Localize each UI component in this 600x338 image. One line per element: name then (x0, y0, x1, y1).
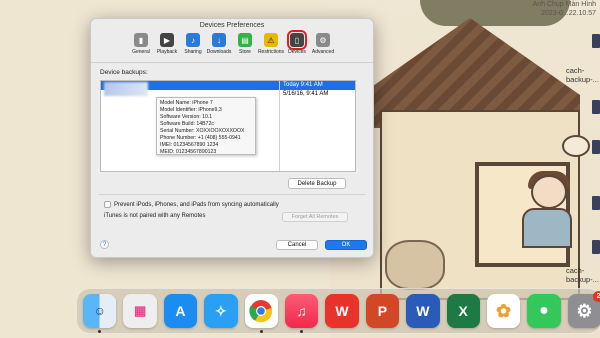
device-backups-label: Device backups: (100, 69, 148, 76)
compass-icon: ✧ (215, 302, 227, 319)
desktop-file-label[interactable]: cach-backup-... (566, 66, 600, 84)
ok-button[interactable]: OK (325, 240, 367, 250)
tab-label: General (132, 49, 150, 55)
wps-app-icon[interactable]: W (325, 294, 359, 328)
wallpaper-girl-head (531, 175, 567, 209)
running-indicator (98, 330, 101, 333)
music-app-icon[interactable]: ♫ (284, 294, 319, 333)
chrome-icon (249, 300, 273, 323)
desktop-file-label[interactable]: cach-backup-... (566, 266, 600, 284)
music-note-icon: ♪ (186, 33, 200, 47)
excel-glyph: X (458, 303, 468, 319)
photos-app-icon[interactable]: ✿ (486, 294, 521, 328)
tooltip-line: MEID: 01234567890123 (160, 149, 217, 155)
tab-label: Store (239, 49, 251, 55)
tooltip-line: Model Name: iPhone 7 (160, 100, 213, 106)
system-settings-app-icon[interactable]: ⚙ 2 (567, 291, 600, 328)
wallpaper-girl-body (522, 208, 572, 248)
remotes-status-text: iTunes is not paired with any Remotes (104, 213, 206, 219)
tab-restrictions[interactable]: ⚠ Restrictions (257, 33, 285, 62)
tab-sharing[interactable]: ♪ Sharing (182, 33, 204, 62)
tooltip-line: Software Build: 14B72c (160, 121, 214, 127)
running-indicator (259, 330, 263, 333)
redacted-device-name (104, 82, 148, 96)
running-indicator (299, 330, 303, 333)
switch-icon: ▮ (134, 33, 148, 47)
excel-app-icon[interactable]: X (446, 294, 480, 328)
tab-general[interactable]: ▮ General (130, 33, 152, 62)
gear-icon: ⚙ (316, 33, 330, 47)
tooltip-line: Phone Number: +1 (408) 555-0941 (160, 135, 241, 141)
prevent-sync-row[interactable]: Prevent iPods, iPhones, and iPads from s… (104, 201, 279, 208)
play-icon: ▶ (160, 33, 174, 47)
delete-backup-button[interactable]: Delete Backup (288, 178, 346, 189)
flower-icon: ✿ (496, 300, 512, 321)
tab-label: Sharing (184, 49, 202, 55)
grid-icon: ▦ (133, 303, 147, 318)
tab-downloads[interactable]: ↓ Downloads (206, 33, 232, 62)
tab-advanced[interactable]: ⚙ Advanced (312, 33, 334, 62)
iphone-icon: ▯ (287, 30, 307, 50)
tab-devices[interactable]: ▯ Devices (286, 30, 308, 62)
tab-label: Devices (288, 49, 306, 55)
tab-playback[interactable]: ▶ Playback (156, 33, 178, 62)
menubar-info: Anh Chụp Màn Hình 2023-0...22.10.57 (460, 0, 600, 18)
finder-face-icon: ☺ (93, 304, 106, 318)
divider (98, 194, 366, 195)
desktop-file-icon[interactable] (592, 100, 600, 114)
tab-label: Restrictions (257, 49, 285, 55)
prevent-sync-label: Prevent iPods, iPhones, and iPads from s… (114, 201, 279, 208)
messages-app-icon[interactable]: ● (527, 294, 561, 328)
column-divider (279, 81, 280, 171)
cancel-button[interactable]: Cancel (276, 240, 318, 250)
preferences-toolbar: ▮ General ▶ Playback ♪ Sharing ↓ Downloads ▤… (91, 30, 373, 63)
store-icon: ▤ (238, 33, 252, 47)
forget-remotes-button: Forget All Remotes (282, 212, 348, 222)
tooltip-line: Serial Number: XOXXOOXOXXOOX (160, 128, 245, 134)
dialog-title: Devices Preferences (199, 22, 265, 29)
desktop-file-icon[interactable] (592, 240, 600, 254)
music-glyph: ♫ (296, 303, 307, 319)
backup-date: Today 9:41 AM (283, 82, 323, 88)
chrome-app-icon[interactable] (244, 294, 278, 333)
tab-label: Playback (156, 49, 178, 55)
wps-glyph: W (335, 303, 349, 319)
word-app-icon[interactable]: W (406, 294, 440, 328)
finder-app-icon[interactable]: ☺ (83, 294, 117, 333)
tab-label: Advanced (311, 49, 335, 55)
safari-app-icon[interactable]: ✧ (204, 294, 238, 328)
wallpaper-cat (562, 135, 590, 157)
tooltip-line: Model Identifier: iPhone9,3 (160, 107, 222, 113)
app-store-app-icon[interactable]: A (163, 294, 198, 328)
word-glyph: W (416, 303, 430, 319)
app-store-glyph: A (175, 303, 186, 319)
prevent-sync-checkbox[interactable] (104, 201, 111, 208)
device-info-tooltip: Model Name: iPhone 7 Model Identifier: i… (156, 97, 256, 155)
wallpaper-rock (385, 240, 445, 290)
tooltip-line: IMEI: 01234567890 1234 (160, 142, 219, 148)
gear-icon: ⚙ (576, 300, 593, 321)
desktop-file-icon[interactable] (592, 34, 600, 48)
tab-store[interactable]: ▤ Store (234, 33, 256, 62)
tab-label: Downloads (206, 49, 232, 55)
desktop-file-icon[interactable] (592, 140, 600, 154)
tooltip-line: Software Version: 10.1 (160, 114, 213, 120)
backup-date: 5/16/16, 9:41 AM (283, 91, 329, 97)
chat-bubble-icon: ● (539, 302, 549, 319)
dock: ☺ ▦ A ✧ ♫ W P W X ✿ ● ⚙ 2 (76, 288, 600, 334)
help-button[interactable]: ? (100, 240, 109, 249)
menubar-name: Anh Chụp Màn Hình (532, 1, 596, 8)
powerpoint-app-icon[interactable]: P (365, 294, 400, 328)
notification-badge: 2 (593, 291, 600, 302)
restrictions-icon: ⚠ (264, 33, 278, 47)
download-arrow-icon: ↓ (212, 33, 226, 47)
powerpoint-glyph: P (377, 303, 388, 319)
menubar-time: 2023-0...22.10.57 (541, 10, 596, 17)
launchpad-app-icon[interactable]: ▦ (123, 294, 157, 328)
desktop-file-icon[interactable] (592, 196, 600, 210)
